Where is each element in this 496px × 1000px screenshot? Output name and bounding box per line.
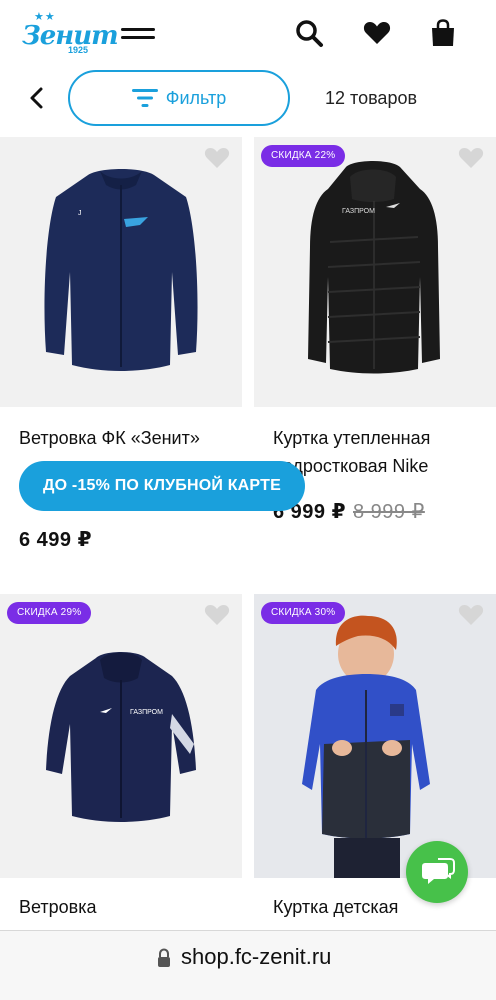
search-icon[interactable] xyxy=(294,18,324,48)
product-image[interactable]: ГАЗПРОМ СКИДКА 29% xyxy=(0,594,242,878)
chat-icon[interactable] xyxy=(406,841,468,903)
product-image[interactable]: J xyxy=(0,137,242,407)
product-grid: J Ветровка ФК «Зенит» 6 499 ₽ ГАЗПРОМ СК… xyxy=(0,137,496,937)
back-arrow-icon[interactable] xyxy=(24,82,52,114)
product-card[interactable]: ГАЗПРОМ СКИДКА 22% Куртка утепленная под… xyxy=(254,137,496,577)
site-header: ★★ Зенит 1925 xyxy=(0,0,496,68)
bag-icon[interactable] xyxy=(428,18,458,48)
heart-icon[interactable] xyxy=(362,18,392,48)
discount-badge: СКИДКА 30% xyxy=(261,602,346,624)
svg-text:ГАЗПРОМ: ГАЗПРОМ xyxy=(130,709,163,716)
product-count: 12 товаров xyxy=(325,88,418,108)
favorite-icon[interactable] xyxy=(458,604,484,626)
filter-icon xyxy=(131,89,158,107)
product-card[interactable]: ГАЗПРОМ СКИДКА 29% Ветровка xyxy=(0,594,242,934)
product-name[interactable]: Ветровка xyxy=(19,893,229,921)
product-name[interactable]: Куртка утепленная подростковая Nike xyxy=(273,424,483,480)
svg-text:ГАЗПРОМ: ГАЗПРОМ xyxy=(342,208,375,215)
product-name[interactable]: Ветровка ФК «Зенит» xyxy=(19,424,229,452)
favorite-icon[interactable] xyxy=(204,147,230,169)
product-image[interactable]: СКИДКА 30% xyxy=(254,594,496,878)
logo-year: 1925 xyxy=(68,45,89,55)
filter-button[interactable]: Фильтр xyxy=(68,70,290,126)
favorite-icon[interactable] xyxy=(458,147,484,169)
browser-url-bar: shop.fc-zenit.ru xyxy=(0,930,496,1000)
lock-icon xyxy=(158,948,170,967)
zenit-logo[interactable]: ★★ Зенит 1925 xyxy=(22,10,119,58)
discount-badge: СКИДКА 22% xyxy=(261,145,346,167)
product-image[interactable]: ГАЗПРОМ СКИДКА 22% xyxy=(254,137,496,407)
club-card-promo[interactable]: ДО -15% ПО КЛУБНОЙ КАРТЕ xyxy=(19,461,305,511)
favorite-icon[interactable] xyxy=(204,604,230,626)
product-old-price: 8 999 ₽ xyxy=(353,501,425,523)
product-price: 6 499 ₽ xyxy=(19,529,93,551)
svg-text:J: J xyxy=(78,210,82,217)
discount-badge: СКИДКА 29% xyxy=(7,602,92,624)
menu-icon[interactable] xyxy=(121,26,155,42)
filter-label: Фильтр xyxy=(165,87,227,108)
product-card[interactable]: J Ветровка ФК «Зенит» 6 499 ₽ xyxy=(0,137,242,577)
url-text[interactable]: shop.fc-zenit.ru xyxy=(181,944,331,970)
